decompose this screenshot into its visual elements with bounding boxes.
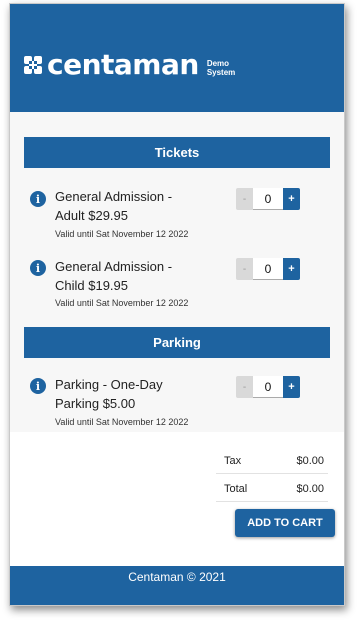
tax-label: Tax (224, 455, 242, 467)
quantity-field[interactable]: 0 (253, 376, 283, 398)
item-name-parking: Parking - One-Day Parking $5.00 (55, 377, 163, 411)
app-frame: centaman Demo System Tickets i General A… (9, 3, 345, 606)
brand-name: centaman (47, 48, 199, 81)
item-valid-date: Valid until Sat November 12 2022 (55, 298, 189, 308)
header: centaman Demo System (10, 4, 344, 112)
tax-row: Tax $0.00 (216, 447, 328, 474)
info-icon[interactable]: i (30, 378, 46, 394)
decrement-button[interactable]: - (236, 376, 253, 398)
quantity-stepper: - 0 + (236, 188, 302, 210)
info-icon[interactable]: i (30, 260, 46, 276)
decrement-button[interactable]: - (236, 188, 253, 210)
quantity-field[interactable]: 0 (253, 188, 283, 210)
item-name-adult: General Admission - Adult $29.95 (55, 189, 173, 223)
quantity-stepper: - 0 + (236, 258, 302, 280)
total-value: $0.00 (296, 483, 324, 495)
footer: Centaman © 2021 (10, 566, 344, 605)
decrement-button[interactable]: - (236, 258, 253, 280)
item-valid-date: Valid until Sat November 12 2022 (55, 417, 189, 427)
section-header-tickets: Tickets (24, 137, 330, 168)
tax-value: $0.00 (296, 455, 324, 467)
centaman-logo[interactable]: centaman Demo System (24, 48, 235, 81)
increment-button[interactable]: + (283, 258, 300, 280)
quantity-field[interactable]: 0 (253, 258, 283, 280)
centaman-logo-icon (24, 55, 42, 74)
brand-subtitle: Demo System (206, 58, 236, 77)
total-label: Total (224, 483, 248, 495)
quantity-stepper: - 0 + (236, 376, 302, 398)
add-to-cart-button[interactable]: ADD TO CART (235, 509, 335, 537)
info-icon[interactable]: i (30, 191, 46, 207)
item-valid-date: Valid until Sat November 12 2022 (55, 229, 189, 239)
increment-button[interactable]: + (283, 376, 300, 398)
section-header-parking: Parking (24, 327, 330, 358)
item-name-child: General Admission - Child $19.95 (55, 259, 173, 293)
increment-button[interactable]: + (283, 188, 300, 210)
total-row: Total $0.00 (216, 475, 328, 502)
